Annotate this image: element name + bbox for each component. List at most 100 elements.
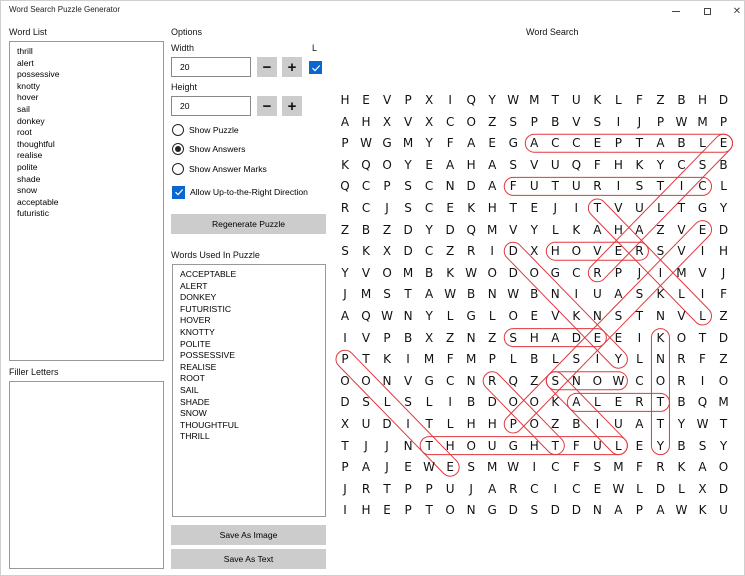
word-list-input[interactable]: thrill alert possessive knotty hover sail donk… [9,41,164,361]
save-as-text-button[interactable]: Save As Text [171,549,326,569]
grid-letter: Z [446,244,455,259]
grid-letter: J [385,201,389,215]
grid-letter: H [361,114,371,129]
grid-letter: O [466,438,476,453]
grid-letter: I [658,265,663,280]
grid-letter: K [656,330,665,345]
width-increment-button[interactable]: + [282,57,302,77]
grid-letter: D [382,417,392,431]
word-list-item: knotty [17,80,40,91]
radio-icon [172,163,184,175]
grid-letter: X [424,93,434,107]
grid-letter: S [509,330,518,345]
grid-letter: F [446,352,454,367]
maximize-button[interactable] [692,2,722,20]
grid-letter: V [677,309,686,323]
grid-letter: P [341,352,349,367]
grid-letter: T [509,201,517,215]
grid-letter: N [466,503,476,518]
grid-letter: O [445,503,455,518]
grid-letter: D [403,222,413,237]
grid-letter: W [360,136,372,151]
grid-letter: A [340,309,350,323]
grid-letter: N [655,352,665,367]
grid-letter: K [635,157,644,172]
grid-letter: S [656,244,665,259]
grid-letter: K [593,93,602,107]
radio-label: Show Answers [189,144,246,154]
grid-letter: Q [466,93,476,107]
grid-letter: L [636,352,643,367]
allow-up-right-checkbox[interactable]: Allow Up-to-the-Right Direction [172,185,308,199]
grid-letter: Z [446,330,455,345]
height-increment-button[interactable]: + [282,96,302,116]
grid-letter: B [467,287,476,302]
grid-letter: A [530,136,539,151]
radio-show-answer-marks[interactable]: Show Answer Marks [172,162,267,176]
grid-letter: N [550,287,560,302]
grid-letter: G [424,373,434,388]
grid-letter: H [340,93,350,107]
grid-letter: A [572,395,581,410]
plus-icon: + [287,97,297,115]
height-decrement-button[interactable]: − [257,96,277,116]
grid-letter: R [509,481,518,496]
grid-letter: R [361,481,371,496]
grid-letter: V [698,265,707,280]
width-input[interactable]: 20 [171,57,251,77]
grid-letter: B [677,438,686,453]
width-decrement-button[interactable]: − [257,57,277,77]
height-label: Height [171,82,198,92]
grid-letter: H [550,244,560,259]
grid-letter: I [343,330,347,345]
grid-letter: G [550,265,560,280]
radio-show-answers[interactable]: Show Answers [172,142,245,156]
close-button[interactable]: ✕ [722,2,745,20]
grid-letter: U [550,157,560,172]
grid-letter: F [572,438,580,453]
minimize-button[interactable] [661,2,691,20]
save-as-image-button[interactable]: Save As Image [171,525,326,545]
grid-letter: Y [614,352,623,367]
grid-letter: V [403,114,413,129]
grid-letter: L [615,438,622,453]
grid-letter: N [466,330,476,345]
grid-letter: T [341,438,349,453]
filler-letters-input[interactable] [9,381,164,569]
grid-letter: P [530,114,538,129]
grid-letter: X [424,114,434,129]
grid-letter: J [637,114,642,129]
radio-show-puzzle[interactable]: Show Puzzle [172,123,239,137]
grid-letter: Z [488,114,497,129]
grid-letter: W [696,417,709,431]
grid-letter: G [466,309,476,323]
grid-letter: V [403,373,413,388]
grid-letter: V [361,330,371,345]
regenerate-puzzle-button[interactable]: Regenerate Puzzle [171,214,326,234]
grid-letter: J [343,287,347,302]
words-used-list[interactable]: ACCEPTABLE ALERT DONKEY FUTURISTIC HOVER KNOT… [172,264,326,517]
grid-letter: A [656,136,665,151]
grid-letter: D [550,503,560,518]
grid-letter: A [446,157,455,172]
grid-letter: I [532,460,537,475]
grid-letter: C [572,481,581,496]
grid-letter: G [508,438,518,453]
grid-letter: W [444,287,457,302]
grid-letter: S [509,157,518,172]
grid-letter: J [553,201,558,215]
grid-letter: M [465,352,477,367]
grid-letter: B [530,287,539,302]
grid-letter: F [635,93,643,107]
word-list-item: hover [17,92,39,103]
grid-letter: C [572,265,581,280]
word-list-item: thoughtful [17,138,55,149]
grid-letter: E [488,136,496,151]
grid-letter: J [364,438,368,453]
grid-letter: O [508,309,518,323]
grid-letter: U [445,481,455,496]
grid-letter: B [424,265,434,280]
l-checkbox[interactable] [309,61,322,74]
height-input[interactable]: 20 [171,96,251,116]
grid-letter: V [614,201,623,215]
